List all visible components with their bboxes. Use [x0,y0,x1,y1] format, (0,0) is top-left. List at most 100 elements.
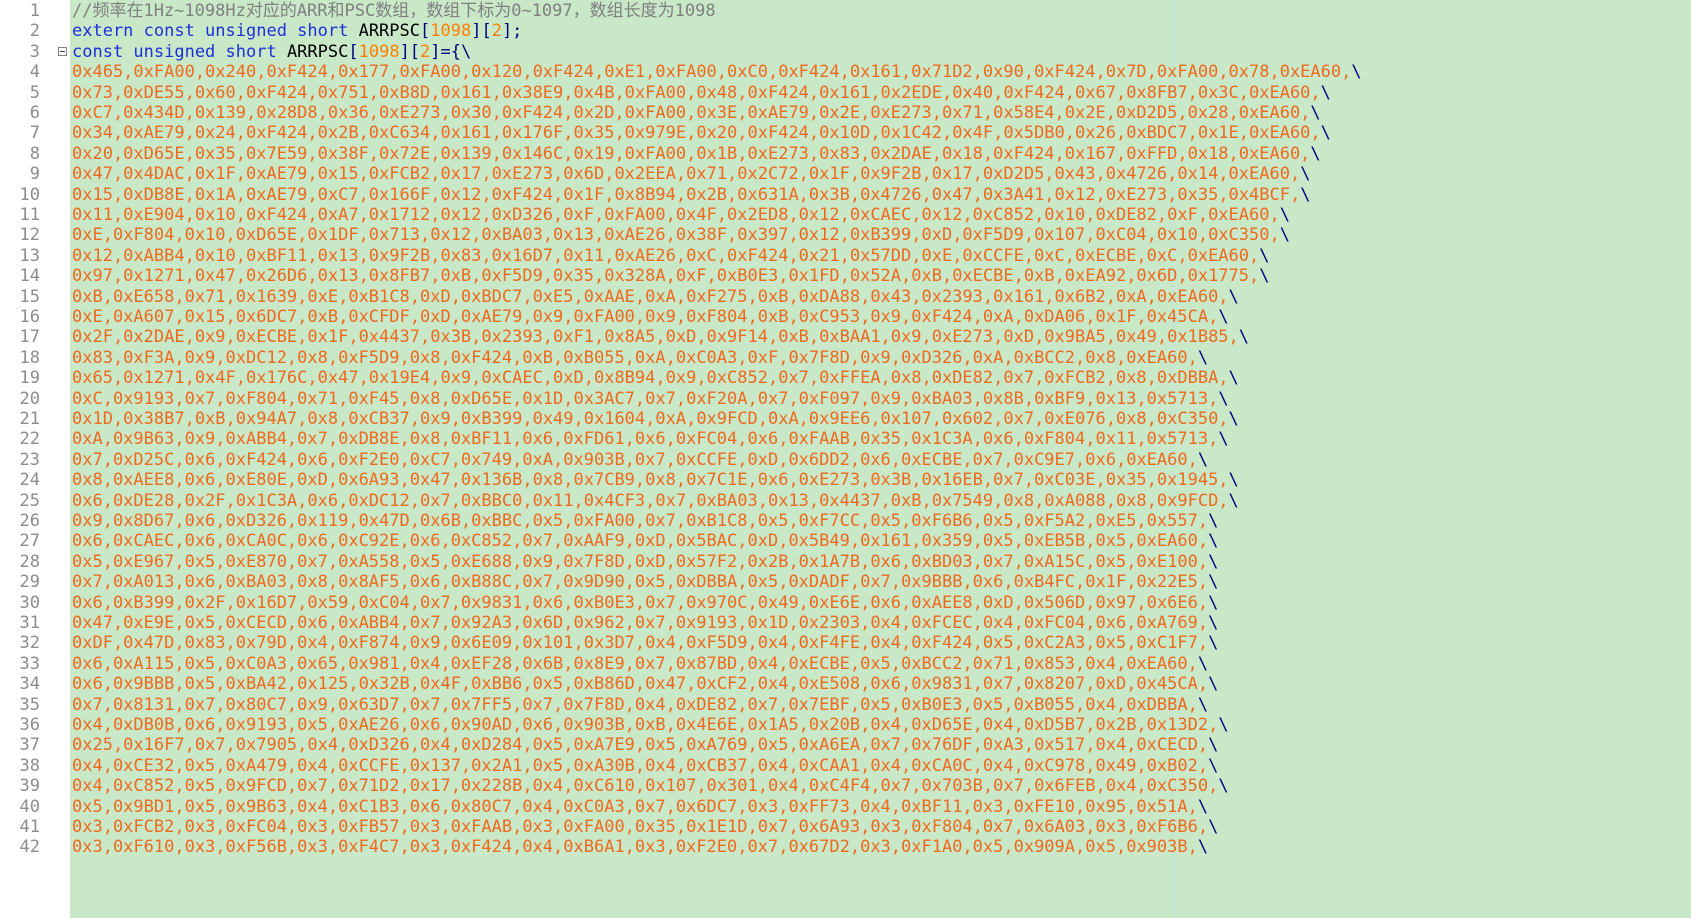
code-line: 41 0x3,0xFCB2,0x3,0xFC04,0x3,0xFB57,0x3,0… [0,816,1691,838]
line-number: 37 [19,735,40,756]
code-line: 5 0x73,0xDE55,0x60,0xF424,0x751,0xB8D,0x1… [0,82,1691,104]
array-values: 0x12,0xABB4,0x10,0xBF11,0x13,0x9F2B,0x83… [72,245,1260,266]
line-continuation: \ [1218,307,1229,327]
array-values: 0x97,0x1271,0x47,0x26D6,0x13,0x8FB7,0xB,… [72,266,1260,287]
code-line: 15 0xB,0xE658,0x71,0x1639,0xE,0xB1C8,0xD,… [0,286,1691,308]
code-line: 34 0x6,0x9BBB,0x5,0xBA42,0x125,0x32B,0x4F… [0,673,1691,695]
line-number: 8 [29,143,40,164]
line-number: 40 [19,796,40,817]
code-line: 33 0x6,0xA115,0x5,0xC0A3,0x65,0x981,0x4,0… [0,653,1691,675]
punctuation: [ [420,21,431,42]
line-continuation: \ [1310,143,1321,164]
line-continuation: \ [1259,245,1270,266]
line-number: 39 [19,776,40,797]
line-continuation: \ [1238,327,1250,348]
line-continuation: \ [1300,164,1311,185]
identifier: ARRPSC [286,41,349,62]
code-line: 32 0xDF,0x47D,0x83,0x79D,0x4,0xF874,0x9,0… [0,632,1691,654]
code-editor[interactable]: 1 //频率在1Hz~1098Hz对应的ARR和PSC数组，数组下标为0~109… [0,0,1691,918]
array-values: 0x4,0xCE32,0x5,0xA479,0x4,0xCCFE,0x137,0… [72,755,1209,776]
number-literal: 1098 [430,21,472,42]
line-continuation: \ [1208,633,1219,654]
code-line: 19 0x65,0x1271,0x4F,0x176C,0x47,0x19E4,0x… [0,367,1691,389]
code-line: 12 0xE,0xF804,0x10,0xD65E,0x1DF,0x713,0x1… [0,224,1691,246]
code-line: 11 0x11,0xE904,0x10,0xF424,0xA7,0x1712,0x… [0,204,1691,226]
line-continuation: \ [1208,613,1219,633]
array-values: 0x47,0x4DAC,0x1F,0xAE79,0x15,0xFCB2,0x17… [72,164,1301,185]
code-line: 20 0xC,0x9193,0x7,0xF804,0x71,0xF45,0x8,0… [0,388,1691,410]
code-line: 6 0xC7,0x434D,0x139,0x28D8,0x36,0xE273,0x… [0,102,1691,124]
array-values: 0xDF,0x47D,0x83,0x79D,0x4,0xF874,0x9,0x6… [72,633,1209,654]
code-line: 31 0x47,0xE9E,0x5,0xCECD,0x6,0xABB4,0x7,0… [0,612,1691,634]
code-line: 16 0xE,0xA607,0x15,0x6DC7,0xB,0xCFDF,0xD,… [0,306,1691,328]
array-values: 0x5,0x9BD1,0x5,0x9B63,0x4,0xC1B3,0x6,0x8… [72,796,1198,817]
line-number: 41 [19,817,40,837]
line-continuation: \ [1208,735,1219,756]
array-values: 0x8,0xAEE8,0x6,0xE80E,0xD,0x6A93,0x47,0x… [72,470,1229,491]
line-number: 21 [19,409,40,429]
array-values: 0x6,0xDE28,0x2F,0x1C3A,0x6,0xDC12,0x7,0x… [72,490,1229,511]
line-continuation: \ [1228,286,1239,307]
array-values: 0x11,0xE904,0x10,0xF424,0xA7,0x1712,0x12… [72,205,1280,225]
line-continuation: \ [1208,551,1219,572]
array-values: 0x465,0xFA00,0x240,0xF424,0x177,0xFA00,0… [72,62,1352,83]
line-number: 7 [29,123,40,144]
array-values: 0x47,0xE9E,0x5,0xCECD,0x6,0xABB4,0x7,0x9… [72,613,1209,633]
line-number: 35 [19,694,40,715]
line-continuation: \ [1300,184,1311,205]
array-values: 0x4,0xC852,0x5,0x9FCD,0x7,0x71D2,0x17,0x… [72,776,1219,797]
code-line: 28 0x5,0xE967,0x5,0xE870,0x7,0xA558,0x5,0… [0,551,1691,573]
extern-declaration: extern const unsigned short ARRPSC[1098]… [72,20,522,42]
line-number: 11 [19,205,40,225]
punctuation: ][ [399,41,421,62]
array-values: 0x5,0xE967,0x5,0xE870,0x7,0xA558,0x5,0xE… [72,551,1209,572]
line-continuation: \ [1279,205,1290,225]
line-continuation: \ [1197,796,1209,817]
array-values: 0xA,0x9B63,0x9,0xABB4,0x7,0xDB8E,0x8,0xB… [72,429,1219,450]
code-line: 29 0x7,0xA013,0x6,0xBA03,0x8,0x8AF5,0x6,0… [0,571,1691,593]
line-number: 14 [19,266,40,287]
fold-toggle-icon[interactable] [58,46,67,56]
line-continuation: \ [1228,490,1239,511]
code-line: 38 0x4,0xCE32,0x5,0xA479,0x4,0xCCFE,0x137… [0,755,1691,777]
line-number: 19 [19,368,40,389]
code-line: 10 0x15,0xDB8E,0x1A,0xAE79,0xC7,0x166F,0x… [0,184,1691,206]
line-number: 32 [19,633,40,654]
line-number: 42 [19,837,40,858]
number-literal: 2 [491,21,502,42]
code-line: 4 0x465,0xFA00,0x240,0xF424,0x177,0xFA00,… [0,61,1691,83]
line-continuation: \ [1197,837,1209,858]
line-continuation: \ [1259,266,1270,287]
line-continuation: \ [1218,388,1229,409]
line-number: 29 [19,572,40,593]
line-number: 13 [19,245,40,266]
punctuation: ][ [471,21,492,42]
line-number: 10 [19,184,40,205]
code-line: 14 0x97,0x1271,0x47,0x26D6,0x13,0x8FB7,0x… [0,265,1691,287]
array-values: 0x6,0xB399,0x2F,0x16D7,0x59,0xC04,0x7,0x… [72,592,1209,613]
punctuation: ]={\ [430,41,472,62]
line-number: 24 [19,470,40,491]
code-line: 37 0x25,0x16F7,0x7,0x7905,0x4,0xD326,0x4,… [0,734,1691,756]
line-number: 18 [19,347,40,368]
code-line: 9 0x47,0x4DAC,0x1F,0xAE79,0x15,0xFCB2,0x1… [0,163,1691,185]
line-number: 20 [19,388,40,409]
code-line: 24 0x8,0xAEE8,0x6,0xE80E,0xD,0x6A93,0x47,… [0,469,1691,491]
code-line: 36 0x4,0xDB0B,0x6,0x9193,0x5,0xAE26,0x6,0… [0,714,1691,736]
array-values: 0xE,0xF804,0x10,0xD65E,0x1DF,0x713,0x12,… [72,225,1280,246]
array-values: 0x15,0xDB8E,0x1A,0xAE79,0xC7,0x166F,0x12… [72,184,1301,205]
line-continuation: \ [1228,368,1239,389]
line-continuation: \ [1218,715,1229,735]
code-line: 2 extern const unsigned short ARRPSC[109… [0,20,1691,42]
array-values: 0x2F,0x2DAE,0x9,0xECBE,0x1F,0x4437,0x3B,… [72,327,1239,348]
line-continuation: \ [1320,123,1331,144]
array-values: 0x3,0xFCB2,0x3,0xFC04,0x3,0xFB57,0x3,0xF… [72,817,1209,837]
line-number: 25 [19,490,40,511]
array-values: 0x3,0xF610,0x3,0xF56B,0x3,0xF4C7,0x3,0xF… [72,837,1198,858]
identifier: ARRPSC [358,21,420,42]
code-line: 8 0x20,0xD65E,0x35,0x7E59,0x38F,0x72E,0x1… [0,143,1691,165]
line-number: 33 [19,653,40,674]
line-number: 2 [29,21,40,42]
line-continuation: \ [1208,755,1219,776]
array-declaration: const unsigned short ARRPSC[1098][2]={\ [72,41,471,63]
